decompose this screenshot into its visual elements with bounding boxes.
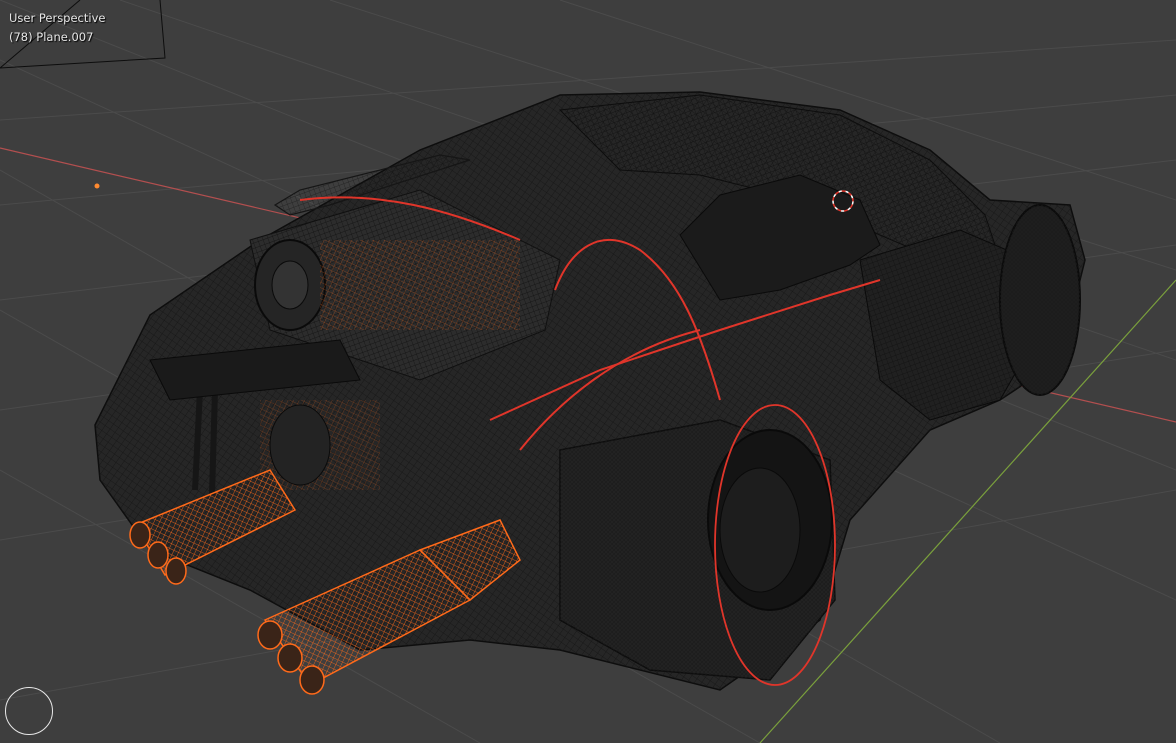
3d-viewport[interactable]: User Perspective (78) Plane.007 — [0, 0, 1176, 743]
active-object-label: (78) Plane.007 — [9, 30, 94, 44]
viewport-scene[interactable] — [0, 0, 1176, 743]
rear-wheel — [559, 404, 836, 686]
view-name-label: User Perspective — [9, 11, 106, 25]
view-navigation-circle-icon[interactable] — [5, 687, 53, 735]
object-origin-dot — [94, 183, 100, 189]
